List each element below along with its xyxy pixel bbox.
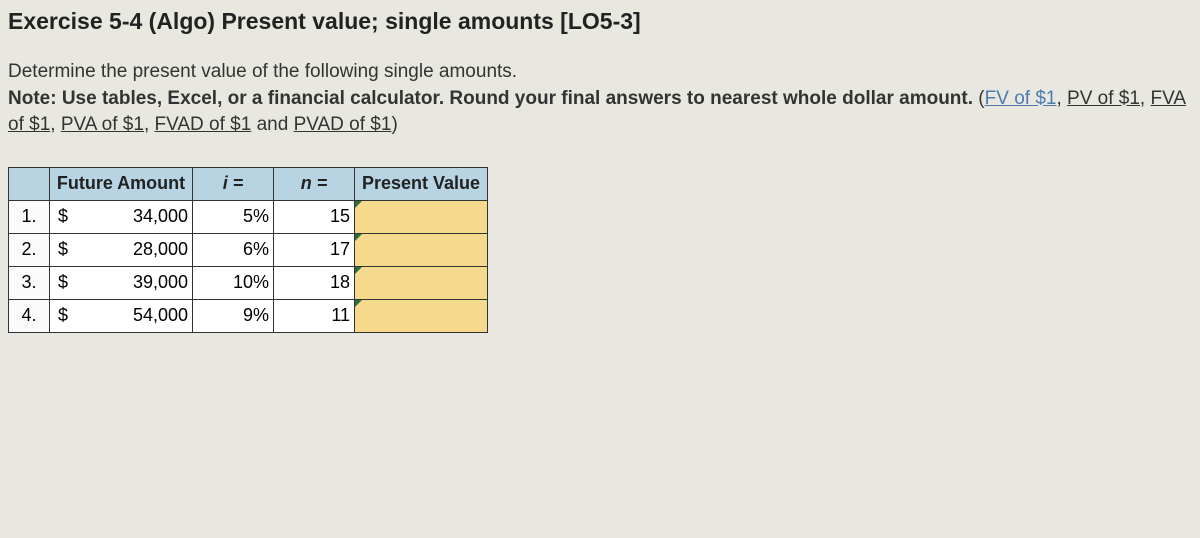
paren-open: ( [973,88,985,109]
header-i: i = [193,167,274,200]
table-row: 4. $ 54,000 9% 11 [9,299,488,332]
interest-rate: 10% [193,266,274,299]
currency-symbol: $ [50,266,89,299]
data-table-wrap: Future Amount i = n = Present Value 1. $… [8,167,1192,333]
row-number: 4. [9,299,50,332]
table-row: 3. $ 39,000 10% 18 [9,266,488,299]
periods: 15 [274,200,355,233]
header-present-value: Present Value [355,167,488,200]
link-fv[interactable]: FV of $1 [985,88,1057,109]
exercise-title: Exercise 5-4 (Algo) Present value; singl… [8,8,1192,35]
present-value-input[interactable] [355,200,488,233]
table-row: 1. $ 34,000 5% 15 [9,200,488,233]
future-amount-value: 28,000 [88,233,193,266]
future-amount-value: 34,000 [88,200,193,233]
header-blank [9,167,50,200]
present-value-input[interactable] [355,299,488,332]
interest-rate: 9% [193,299,274,332]
instruction-note: Note: Use tables, Excel, or a financial … [8,88,973,109]
present-value-input[interactable] [355,266,488,299]
row-number: 2. [9,233,50,266]
currency-symbol: $ [50,233,89,266]
instructions-block: Determine the present value of the follo… [8,59,1192,139]
interest-rate: 5% [193,200,274,233]
periods: 18 [274,266,355,299]
interest-rate: 6% [193,233,274,266]
row-number: 1. [9,200,50,233]
link-fvad[interactable]: FVAD of $1 [155,114,252,135]
periods: 11 [274,299,355,332]
link-pva[interactable]: PVA of $1 [61,114,144,135]
future-amount-value: 39,000 [88,266,193,299]
link-pvad[interactable]: PVAD of $1 [294,114,392,135]
currency-symbol: $ [50,200,89,233]
and-text: and [251,114,293,135]
periods: 17 [274,233,355,266]
row-number: 3. [9,266,50,299]
link-pv[interactable]: PV of $1 [1067,88,1140,109]
cell-marker-icon [355,267,362,274]
header-n: n = [274,167,355,200]
present-value-input[interactable] [355,233,488,266]
future-amount-value: 54,000 [88,299,193,332]
paren-close: ) [391,114,397,135]
table-row: 2. $ 28,000 6% 17 [9,233,488,266]
currency-symbol: $ [50,299,89,332]
cell-marker-icon [355,300,362,307]
cell-marker-icon [355,201,362,208]
header-future-amount: Future Amount [50,167,193,200]
cell-marker-icon [355,234,362,241]
data-table: Future Amount i = n = Present Value 1. $… [8,167,488,333]
instruction-line1: Determine the present value of the follo… [8,61,517,82]
